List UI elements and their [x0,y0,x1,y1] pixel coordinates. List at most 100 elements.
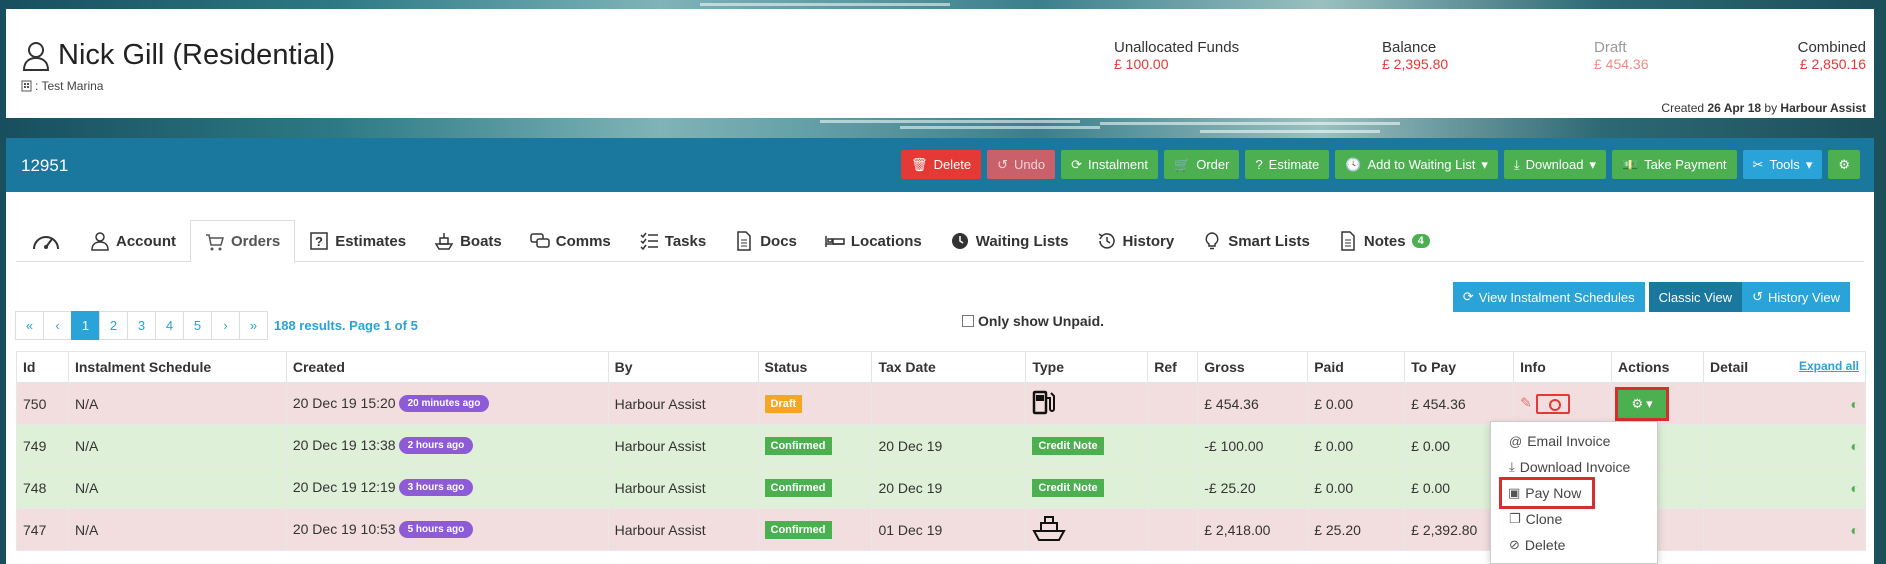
col-status[interactable]: Status [757,351,873,383]
col-paid[interactable]: Paid [1307,351,1406,383]
tab-smart-lists[interactable]: Smart Lists [1188,220,1324,262]
bed-icon [825,236,845,247]
tab-comms[interactable]: Comms [516,220,625,262]
customer-name-heading: Nick Gill (Residential) [22,39,335,72]
col-ref[interactable]: Ref [1147,351,1199,383]
cell-detail: ◐ [1703,382,1866,425]
cart-icon: 🛒 [1174,156,1191,172]
pencil-icon[interactable]: ✎ [1520,394,1532,410]
col-instalment-schedule[interactable]: Instalment Schedule [67,351,287,383]
time-ago-badge: 5 hours ago [398,521,474,539]
cell-paid: £ 0.00 [1307,382,1406,425]
col-id[interactable]: Id [16,351,69,383]
money-icon[interactable] [1535,393,1570,414]
cell-created: 20 Dec 19 10:53 5 hours ago [285,508,609,551]
pay-now-item[interactable]: ▣ Pay Now [1499,477,1595,509]
expand-row-icon[interactable]: ◐ [1851,480,1859,496]
order-actions: 🗑 Delete ↺ Undo ⟳ Instalment 🛒 Order ? E… [901,150,1860,179]
page-button[interactable]: 3 [127,311,156,340]
cell-tax-date [871,382,1027,425]
order-toolbar: 12951 🗑 Delete ↺ Undo ⟳ Instalment 🛒 Ord… [6,138,1874,192]
menu-item-label: Pay Now [1525,485,1582,501]
clock-icon: 🕓 [1345,156,1362,172]
estimate-button[interactable]: ? Estimate [1245,150,1330,179]
page-button[interactable]: 1 [71,311,100,340]
view-instalment-schedules-button[interactable]: ⟳ View Instalment Schedules [1452,282,1645,312]
page-button[interactable]: 4 [155,311,184,340]
ban-icon: ⊘ [1509,537,1520,552]
notes-count-badge: 4 [1411,234,1430,248]
cell-type: Credit Note [1025,424,1149,467]
document-icon [737,231,751,251]
cell-paid: £ 0.00 [1307,466,1406,509]
col-actions: Actions [1611,351,1705,383]
tab-notes[interactable]: Notes 4 [1324,220,1444,262]
tab-dashboard[interactable] [16,220,76,262]
tab-history[interactable]: History [1083,220,1189,262]
col-type[interactable]: Type [1025,351,1149,383]
gear-icon: ⚙ [1631,395,1644,411]
cell-by: Harbour Assist [607,382,759,425]
tab-tasks[interactable]: Tasks [625,220,720,262]
caret-down-icon: ▾ [1646,395,1653,411]
cell-gross: -£ 100.00 [1197,424,1309,467]
only-unpaid-filter[interactable]: Only show Unpaid. [962,313,1104,329]
order-button[interactable]: 🛒 Order [1164,150,1240,179]
cart-icon [206,233,224,250]
question-square-icon: ? [1255,157,1263,172]
tab-locations[interactable]: Locations [811,220,936,262]
tab-waiting-lists[interactable]: Waiting Lists [936,220,1083,262]
expand-row-icon[interactable]: ◐ [1851,396,1859,412]
col-gross[interactable]: Gross [1197,351,1309,383]
order-label: Order [1196,157,1230,172]
cell-gross: £ 454.36 [1197,382,1309,425]
expand-row-icon[interactable]: ◐ [1851,522,1859,538]
last-page-button[interactable]: » [239,311,268,340]
tab-boats[interactable]: Boats [420,220,516,262]
col-info: Info [1513,351,1613,383]
instalment-button[interactable]: ⟳ Instalment [1061,150,1159,179]
row-actions-gear-button[interactable]: ⚙ ▾ [1615,386,1670,421]
settings-button[interactable]: ⚙ [1828,150,1860,179]
results-info: 188 results. Page 1 of 5 [274,318,418,333]
next-page-button[interactable]: › [211,311,240,340]
undo-button[interactable]: ↺ Undo [987,150,1056,179]
email-invoice-item[interactable]: @ Email Invoice [1491,428,1657,454]
first-page-button[interactable]: « [15,311,44,340]
time-ago-badge: 2 hours ago [398,437,474,455]
page-button[interactable]: 5 [183,311,212,340]
cell-status: Draft [757,382,873,425]
clone-item[interactable]: ❐ Clone [1491,506,1657,532]
col-tax-date[interactable]: Tax Date [871,351,1027,383]
col-to-pay[interactable]: To Pay [1404,351,1515,383]
col-created[interactable]: Created [285,351,609,383]
take-payment-button[interactable]: 💵 Take Payment [1611,150,1737,179]
cell-paid: £ 0.00 [1307,424,1406,467]
tab-estimates[interactable]: ? Estimates [295,220,420,262]
fund-value: £ 454.36 [1594,56,1649,72]
tab-label: Orders [231,233,281,250]
only-unpaid-checkbox[interactable] [962,315,974,327]
created-by-prefix: by [1764,101,1778,115]
instalment-label: Instalment [1088,157,1149,172]
detail-header-label: Detail [1710,359,1749,375]
col-by[interactable]: By [607,351,759,383]
building-icon [21,80,32,92]
table-row[interactable]: 750 N/A 20 Dec 19 15:20 20 minutes ago Ha… [16,382,1866,425]
delete-item[interactable]: ⊘ Delete [1491,532,1657,558]
customer-name: Nick Gill (Residential) [58,39,336,71]
expand-all-link[interactable]: Expand all [1799,359,1859,373]
history-view-button[interactable]: ↺ History View [1742,282,1850,312]
delete-button[interactable]: 🗑 Delete [901,150,982,179]
tools-button[interactable]: ✂ Tools ▾ [1742,150,1823,179]
download-invoice-item[interactable]: ⤓ Download Invoice [1491,454,1657,480]
tab-account[interactable]: Account [76,220,190,262]
add-to-waiting-list-button[interactable]: 🕓 Add to Waiting List ▾ [1335,150,1498,179]
expand-row-icon[interactable]: ◐ [1851,438,1859,454]
download-button[interactable]: ⤓ Download ▾ [1503,150,1606,179]
tab-orders[interactable]: Orders [190,220,296,263]
classic-view-button[interactable]: Classic View [1648,282,1743,312]
tab-docs[interactable]: Docs [720,220,811,262]
prev-page-button[interactable]: ‹ [43,311,72,340]
page-button[interactable]: 2 [99,311,128,340]
